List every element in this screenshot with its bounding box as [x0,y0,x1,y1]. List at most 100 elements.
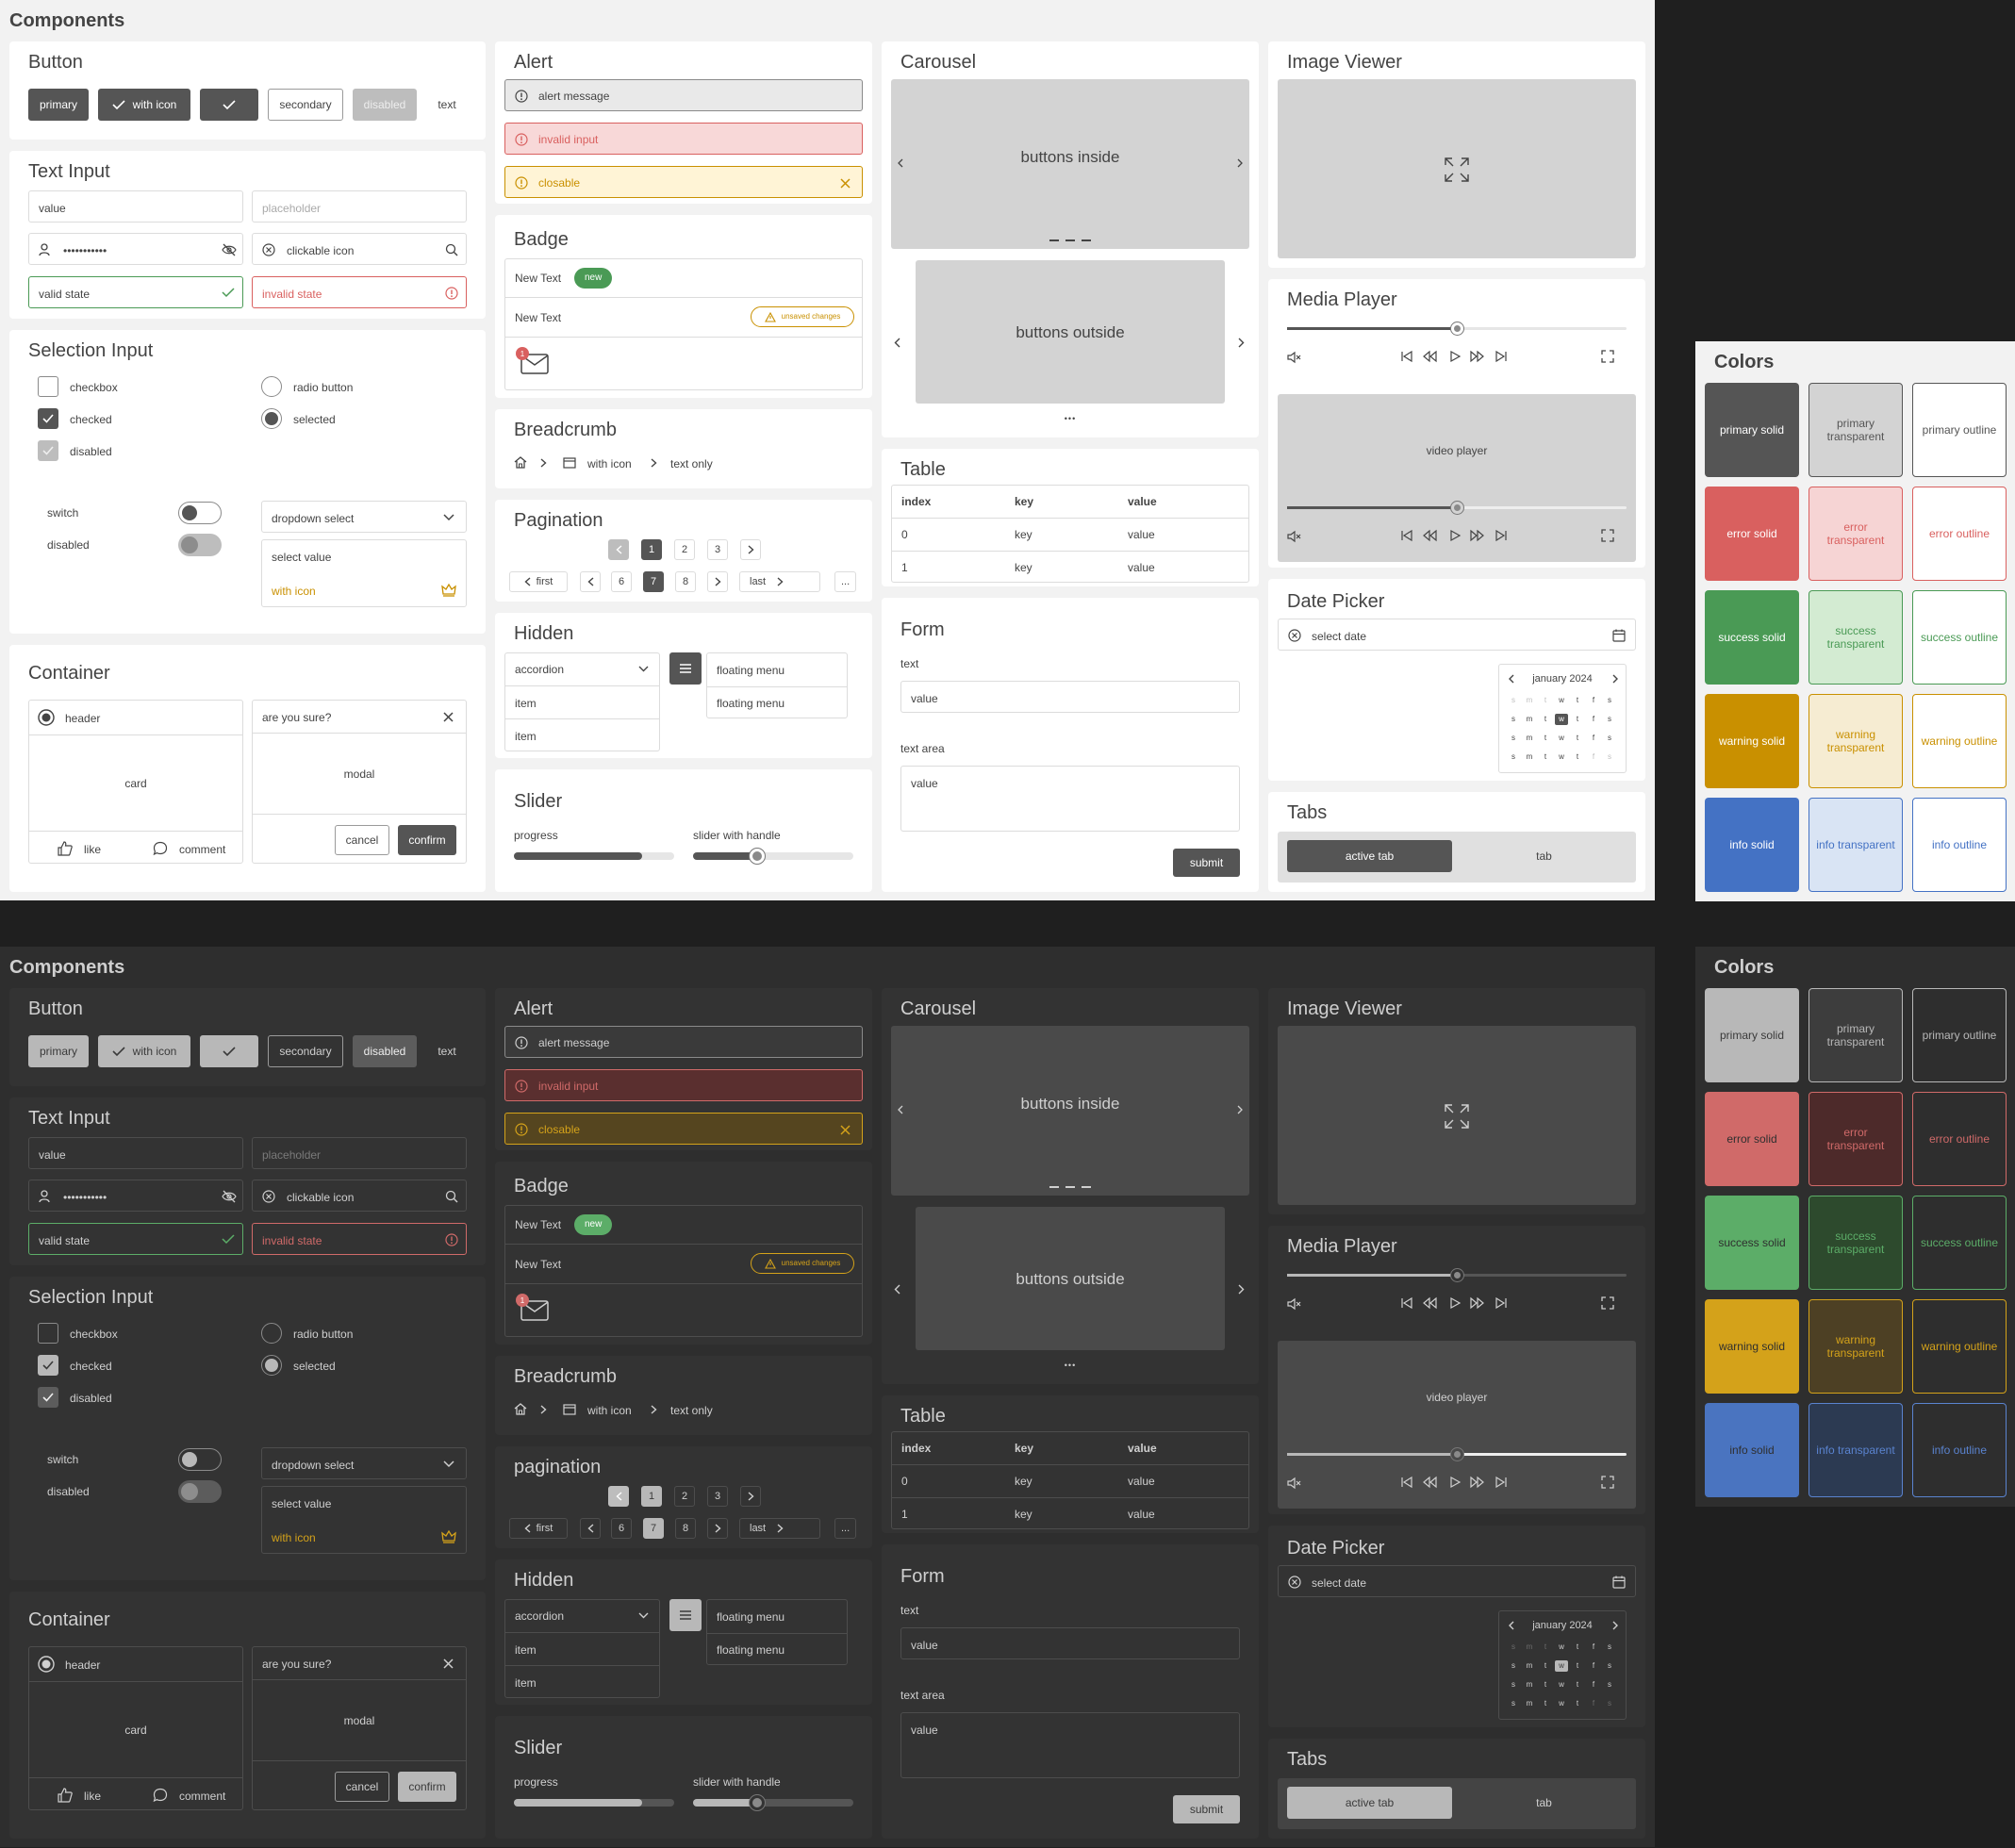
page-button[interactable]: 2 [674,539,695,560]
home-icon[interactable] [514,456,527,469]
chevron-down-icon[interactable] [638,1612,649,1619]
calendar-day[interactable]: s [1507,751,1520,763]
audio-handle[interactable] [1451,322,1463,335]
thumbs-up-icon[interactable] [58,1788,73,1803]
prev-page-button[interactable] [580,1518,601,1539]
expand-icon[interactable] [1444,1103,1470,1130]
carousel-dots[interactable]: ••• [882,415,1259,423]
page-button[interactable]: 2 [674,1486,695,1507]
calendar-day[interactable]: w [1555,733,1568,744]
radio-selected[interactable] [261,408,282,429]
chevron-right-icon[interactable] [1612,674,1618,684]
calendar-day[interactable]: t [1571,733,1584,744]
chevron-right-icon[interactable] [1237,1105,1243,1114]
clickable-icon-input[interactable]: clickable icon [252,233,467,265]
calendar-day[interactable]: t [1571,714,1584,725]
calendar-day[interactable]: t [1571,1660,1584,1672]
calendar-day[interactable]: f [1587,695,1600,706]
calendar-day[interactable]: s [1603,1642,1616,1653]
last-page-button[interactable]: last [739,571,820,592]
calendar-day[interactable]: f [1587,1679,1600,1691]
cancel-button[interactable]: cancel [335,825,389,855]
calendar-day[interactable]: m [1523,1679,1536,1691]
checkbox-unchecked[interactable] [38,1323,58,1344]
breadcrumb-with-icon[interactable]: with icon [587,458,632,470]
next-page-button[interactable] [740,1486,761,1507]
breadcrumb-text-only[interactable]: text only [670,458,713,470]
tab[interactable]: tab [1462,1787,1627,1819]
like-label[interactable]: like [84,1790,101,1802]
chevron-right-icon[interactable] [1238,338,1245,348]
page-button[interactable]: 8 [675,1518,696,1539]
clear-circle-icon[interactable] [262,1190,275,1203]
date-input[interactable]: select date [1278,619,1636,651]
fullscreen-icon[interactable] [1601,529,1614,542]
checkbox-checked[interactable] [38,1355,58,1376]
mute-icon[interactable] [1287,530,1302,543]
calendar-day[interactable]: t [1571,695,1584,706]
rewind-icon[interactable] [1423,1296,1437,1310]
chevron-right-icon[interactable] [1237,158,1243,168]
last-page-button[interactable]: last [739,1518,820,1539]
password-input[interactable]: ••••••••••• [28,1180,243,1212]
floating-menu-item[interactable]: floating menu [717,665,785,676]
page-button[interactable]: 8 [675,571,696,592]
thumbs-up-icon[interactable] [58,841,73,856]
calendar-day[interactable]: t [1539,695,1552,706]
menu-toggle-button[interactable] [669,1599,702,1631]
accordion-header[interactable]: accordion [515,664,564,675]
video-handle[interactable] [1451,1448,1463,1460]
chevron-left-icon[interactable] [898,158,903,168]
fast-forward-icon[interactable] [1470,1296,1484,1310]
password-input[interactable]: ••••••••••• [28,233,243,265]
rewind-icon[interactable] [1423,1476,1437,1489]
page-button-active[interactable]: 7 [643,1518,664,1539]
date-input[interactable]: select date [1278,1565,1636,1597]
prev-page-button[interactable] [580,571,601,592]
calendar-day[interactable]: w [1555,714,1568,725]
calendar-day[interactable]: t [1539,1660,1552,1672]
carousel-indicators[interactable] [1049,1186,1091,1188]
close-icon[interactable] [443,712,454,722]
calendar-day[interactable]: f [1587,1642,1600,1653]
menu-toggle-button[interactable] [669,652,702,685]
chevron-left-icon[interactable] [894,1284,900,1295]
radio-selected[interactable] [261,1355,282,1376]
more-pages-button[interactable]: ... [834,571,857,592]
page-button-active[interactable]: 1 [641,1486,662,1507]
rewind-icon[interactable] [1423,350,1437,363]
value-input[interactable]: value [28,1137,243,1169]
slider-track[interactable] [693,1795,853,1810]
calendar-day[interactable]: t [1539,1698,1552,1709]
accordion-header[interactable]: accordion [515,1610,564,1622]
fast-forward-icon[interactable] [1470,350,1484,363]
chevron-left-icon[interactable] [898,1105,903,1114]
dropdown-select[interactable]: dropdown select [261,1447,467,1479]
form-text-area[interactable]: value [900,766,1240,832]
calendar-day[interactable]: s [1507,733,1520,744]
video-handle[interactable] [1451,502,1463,514]
calendar-day[interactable]: t [1571,751,1584,763]
form-text-input[interactable]: value [900,681,1240,713]
text-button[interactable]: text [428,89,466,121]
calendar-day[interactable]: m [1523,1698,1536,1709]
breadcrumb-text-only[interactable]: text only [670,1405,713,1416]
calendar-day[interactable]: w [1555,1642,1568,1653]
comment-label[interactable]: comment [179,844,225,855]
invalid-state-input[interactable]: invalid state [252,276,467,308]
calendar-day[interactable]: t [1539,714,1552,725]
dropdown-option[interactable]: select value [272,552,331,563]
next-page-button[interactable] [740,539,761,560]
eye-off-icon[interactable] [222,1190,237,1203]
calendar-icon[interactable] [1612,629,1626,642]
calendar-day[interactable]: s [1603,751,1616,763]
skip-forward-icon[interactable] [1495,1296,1507,1310]
icon-only-button[interactable] [200,89,258,121]
page-button-active[interactable]: 1 [641,539,662,560]
play-icon[interactable] [1450,350,1462,363]
skip-forward-icon[interactable] [1495,1476,1507,1489]
cancel-button[interactable]: cancel [335,1772,389,1802]
with-icon-button[interactable]: with icon [98,89,190,121]
comment-icon[interactable] [153,841,168,856]
icon-only-button[interactable] [200,1035,258,1067]
